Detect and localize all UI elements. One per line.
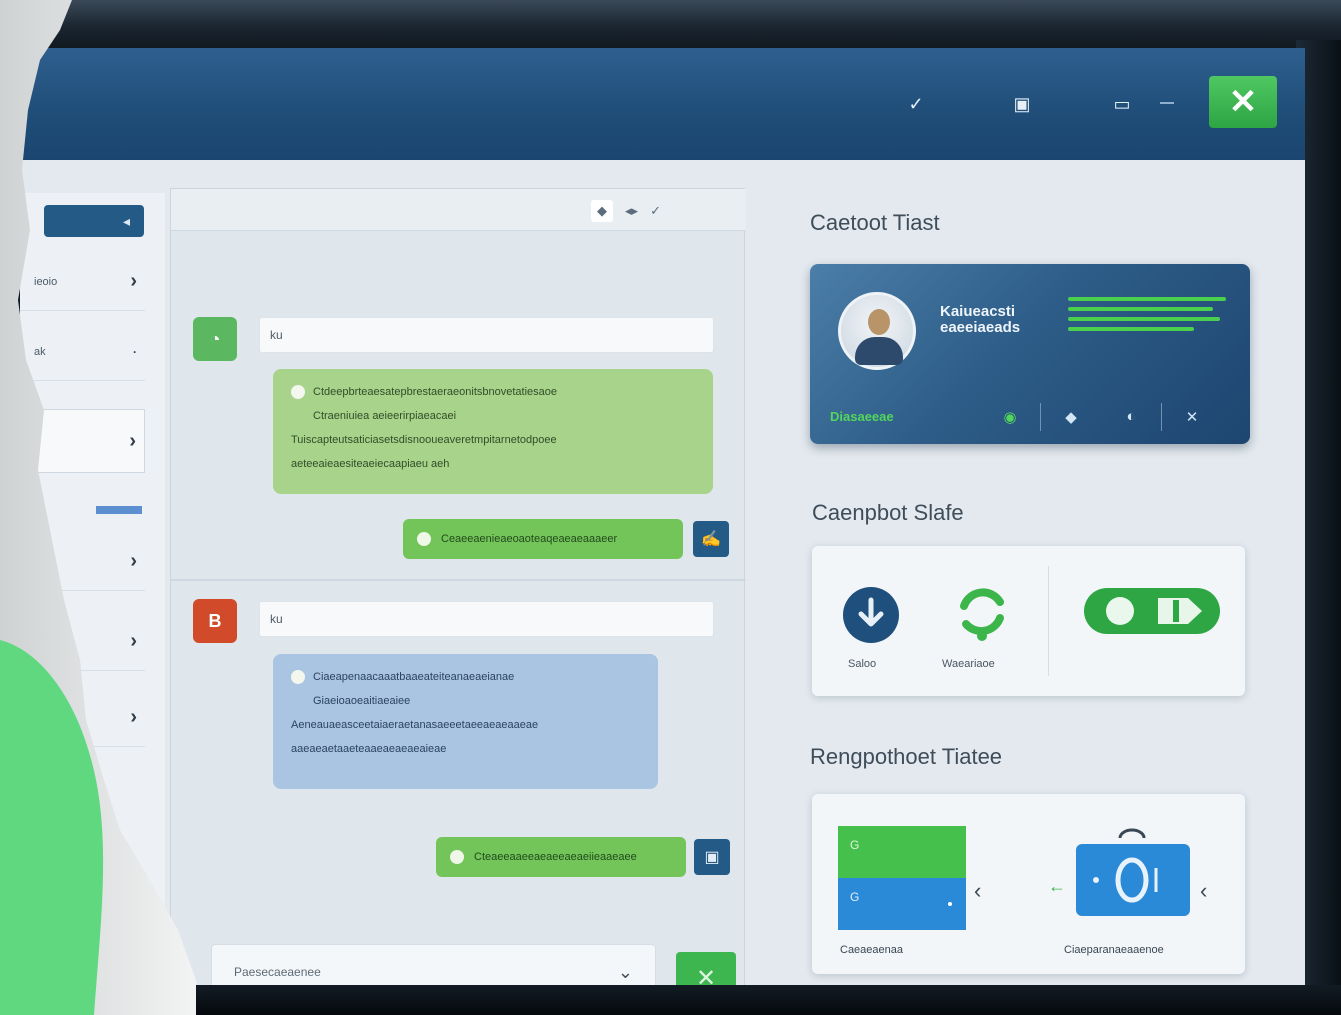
status-section-title: Caenpbot Slafe — [812, 500, 964, 525]
message-bubble: Ctdeepbrteaesatepbrestaeraeonitsbnovetat… — [273, 369, 713, 494]
chat-header-controls: ◆ ◂▸ ✓ — [591, 197, 721, 225]
view-icon[interactable]: ◐ — [1101, 408, 1161, 425]
arrow-icon: ‹ — [974, 878, 982, 903]
reply-bubble: Cteaeeaaeeaeaeeaeaeiieaaeaee — [436, 837, 686, 877]
mark-icon[interactable]: ✓ — [896, 86, 936, 122]
chevron-down-icon[interactable]: ⌄ — [618, 962, 633, 983]
response-section-title: Rengpothoet Tiatee — [810, 744, 1003, 769]
reply-bubble: Ceaeeaenieaeoaoteaqeaeaeaaaeer — [403, 519, 683, 559]
title-bar: ✓ ▣ ▭ ✕ — [20, 48, 1305, 160]
clock-icon: ◔ — [209, 328, 221, 349]
agent-details — [1068, 297, 1226, 337]
message-bubble: Ciaeapenaacaaatbaaeateiteanaeaeianae Gia… — [273, 654, 658, 789]
agent-footer: Diasaeeae ◉ ◆ ◐ ✕ — [810, 389, 1250, 444]
agent-name: Kaiueacsti eaeeiaeads — [940, 303, 1021, 336]
arrows-icon[interactable]: ◂▸ — [625, 203, 638, 219]
status-label: Waeariaoe — [942, 658, 995, 670]
chevron-icon: › — [130, 270, 137, 292]
arrow-icon: ← — [1048, 876, 1066, 896]
sidebar-item[interactable]: › — [20, 689, 145, 747]
template-label: Ciaeparanaeaaenoe — [1064, 944, 1164, 956]
sidebar-indicator — [96, 506, 142, 514]
bullet-icon — [417, 532, 431, 546]
copy-icon[interactable]: ▣ — [694, 839, 730, 875]
avatar: B — [193, 599, 237, 643]
toggle-icon[interactable]: ◉ — [980, 408, 1040, 426]
status-label: Saloo — [848, 658, 877, 670]
bullet-icon — [450, 850, 464, 864]
app-window: ✓ ▣ ▭ ✕ ◂ ieoio › ak · › › › › ◆ ◂▸ ✓ ◔ … — [20, 48, 1305, 993]
response-templates-card: G G Caeaeaenaa ‹ ← ‹ Ciaeparanaeaaenoe — [812, 794, 1245, 974]
sync-icon[interactable] — [946, 576, 1018, 648]
template-card[interactable]: G G — [838, 826, 966, 930]
minimize-icon[interactable] — [1160, 102, 1174, 104]
chat-panel: ◆ ◂▸ ✓ ◔ ku Ctdeepbrteaesatepbrestaeraeo… — [170, 188, 746, 993]
sidebar-item-selected[interactable]: › — [20, 409, 145, 473]
avatar: ◔ — [193, 317, 237, 361]
bullet-icon — [291, 385, 305, 399]
sidebar-item[interactable]: › — [20, 533, 145, 591]
message-sender: ku — [259, 317, 714, 353]
arrow-icon: ‹ — [1200, 878, 1208, 903]
chevron-icon: › — [129, 429, 136, 452]
diamond-icon[interactable]: ◆ — [591, 200, 613, 222]
collapse-icon: ◂ — [122, 212, 130, 229]
window-icon[interactable]: ▣ — [1002, 86, 1042, 122]
agent-section-title: Caetoot Tiast — [810, 210, 940, 235]
status-card: Saloo Waeariaoe — [812, 546, 1245, 696]
check-icon[interactable]: ✓ — [650, 203, 661, 219]
camera-icon[interactable]: ◆ — [1041, 408, 1101, 426]
sidebar-item[interactable]: › — [20, 613, 145, 671]
monitor-bezel-bottom — [196, 985, 1341, 1015]
close-icon: ✕ — [1228, 83, 1258, 121]
agent-avatar — [838, 292, 916, 370]
chevron-icon: › — [130, 706, 137, 728]
message-sender: ku — [259, 601, 714, 637]
chat-header: ◆ ◂▸ ✓ — [171, 189, 746, 231]
sidebar-header-button[interactable]: ◂ — [44, 205, 144, 237]
template-preview-icon[interactable] — [1070, 828, 1194, 918]
chevron-icon: · — [133, 344, 137, 359]
sidebar-item[interactable]: ieoio › — [20, 253, 145, 311]
message-divider — [171, 579, 746, 581]
toggle-icon[interactable] — [1080, 584, 1224, 638]
bullet-icon — [291, 670, 305, 684]
close-button[interactable]: ✕ — [1209, 76, 1277, 128]
edit-icon[interactable]: ✍ — [693, 521, 729, 557]
agent-card: Kaiueacsti eaeeiaeads Diasaeeae ◉ ◆ ◐ ✕ — [810, 264, 1250, 444]
agent-status-label: Diasaeeae — [830, 409, 894, 424]
sidebar-item[interactable]: ak · — [20, 323, 145, 381]
end-icon[interactable]: ✕ — [1162, 408, 1222, 426]
download-icon[interactable] — [840, 584, 902, 646]
template-label: Caeaeaenaa — [840, 944, 904, 956]
chevron-icon: › — [130, 630, 137, 652]
chevron-icon: › — [130, 550, 137, 572]
screen-icon[interactable]: ▭ — [1102, 86, 1142, 122]
sidebar: ◂ ieoio › ak · › › › › — [20, 193, 165, 993]
